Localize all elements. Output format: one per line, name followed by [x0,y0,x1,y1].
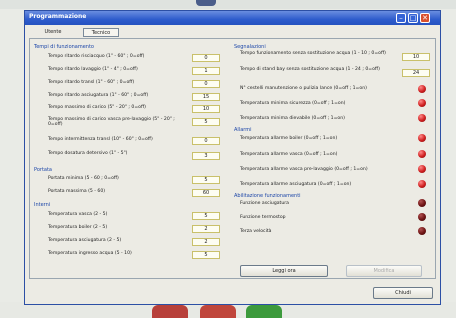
param-label: Tempo ritardo risciacquo (1" - 60" ; 0=o… [48,54,145,59]
maximize-button[interactable]: □ [408,13,418,23]
section-title: Allarmi [234,127,252,133]
param-value-field[interactable]: 3 [192,152,220,160]
param-label: Tempo massimo di carico (5" - 20" ; 0=of… [48,105,146,110]
close-button[interactable]: ✕ [420,13,430,23]
param-value-field[interactable]: 0 [192,80,220,88]
alarm-led-icon[interactable] [418,180,426,188]
param-value-field[interactable]: 5 [192,212,220,220]
param-value-field[interactable]: 15 [192,93,220,101]
led-label: Temperatura minima sicurezza (0=off ; 1=… [240,101,346,106]
param-value-field[interactable]: 5 [192,118,220,126]
signal-label: Tempo di stand bay senza sostituzione ac… [240,67,380,72]
tecnico-panel: Tempi di funzionamento Tempo ritardo ris… [29,38,436,279]
param-label: Tempo dosatura detersivo (1" - 5") [48,151,128,156]
param-label: Tempo intermittenza transl (10" - 60" ; … [48,137,153,142]
taskbar-red-pill-2 [200,305,236,318]
status-led-icon[interactable] [418,99,426,107]
signal-value-field[interactable]: 24 [402,69,430,77]
led-label: N° cestelli manutenzione o pulizia lance… [240,86,367,91]
param-label: Temperatura vasca (2 - 5) [48,212,108,217]
taskbar-red-pill [152,305,188,318]
tab-utente[interactable]: Utente [39,28,67,37]
modify-button[interactable]: Modifica [346,265,422,277]
param-label: Tempo ritardo lavaggio (1" - 4" ; 0=off) [48,67,138,72]
alarm-led-icon[interactable] [418,165,426,173]
section-title: Tempi di funzionamento [34,44,94,50]
programming-window: Programmazione – □ ✕ Utente Tecnico Temp… [24,10,441,305]
taskbar-green-pill [246,305,282,318]
param-value-field[interactable]: 2 [192,225,220,233]
alarm-led-icon[interactable] [418,134,426,142]
function-led-icon[interactable] [418,213,426,221]
param-value-field[interactable]: 2 [192,238,220,246]
tab-tecnico[interactable]: Tecnico [83,28,119,37]
param-label: Tempo massimo di carico vasca pre-lavagg… [48,117,175,128]
function-led-icon[interactable] [418,227,426,235]
section-title: Interni [34,202,51,208]
section-title: Portata [34,167,53,173]
param-value-field[interactable]: 1 [192,67,220,75]
minimize-button[interactable]: – [396,13,406,23]
param-label: Tempo ritardo transl (1" - 60" ; 0=off) [48,80,135,85]
section-title: Abilitazione funzionamenti [234,193,301,199]
background-top-strip [0,0,456,9]
alarm-led-icon[interactable] [418,150,426,158]
led-label: Temperatura allarme vasca pre-lavaggio (… [240,167,368,172]
led-label: Temperatura allarme boiler (0=off ; 1=on… [240,136,338,141]
status-led-icon[interactable] [418,114,426,122]
background-top-knob [196,0,216,6]
led-label: Temperatura allarme asciugatura (0=off ;… [240,182,352,187]
signal-value-field[interactable]: 10 [402,53,430,61]
section-title: Segnalazioni [234,44,266,50]
led-label: Temperatura minima dievabile (0=off ; 1=… [240,116,345,121]
function-led-icon[interactable] [418,199,426,207]
param-value-field[interactable]: 10 [192,105,220,113]
param-label: Portata minima (5 - 60 ; 0=off) [48,176,119,181]
led-label: Terza velocità [240,229,272,234]
status-led-icon[interactable] [418,85,426,93]
param-value-field[interactable]: 5 [192,251,220,259]
led-label: Funzione asciugatura [240,201,289,206]
window-title: Programmazione [29,13,87,20]
param-value-field[interactable]: 5 [192,176,220,184]
param-label: Tempo ritardo asciugatura (1" - 60" ; 0=… [48,93,149,98]
led-label: Temperatura allarme vasca (0=off ; 1=on) [240,152,338,157]
param-label: Temperatura boiler (2 - 5) [48,225,108,230]
param-label: Temperatura asciugatura (2 - 5) [48,238,122,243]
title-bar: Programmazione – □ ✕ [25,11,440,25]
param-label: Temperatura ingresso acqua (5 - 10) [48,251,132,256]
led-label: Funzione termostop [240,215,286,220]
param-value-field[interactable]: 60 [192,189,220,197]
param-label: Portata massima (5 - 60) [48,189,106,194]
param-value-field[interactable]: 0 [192,137,220,145]
param-value-field[interactable]: 0 [192,54,220,62]
close-dialog-button[interactable]: Chiudi [373,287,433,299]
read-now-button[interactable]: Leggi ora [240,265,328,277]
signal-label: Tempo funzionamento senza sostituzione a… [240,51,386,56]
